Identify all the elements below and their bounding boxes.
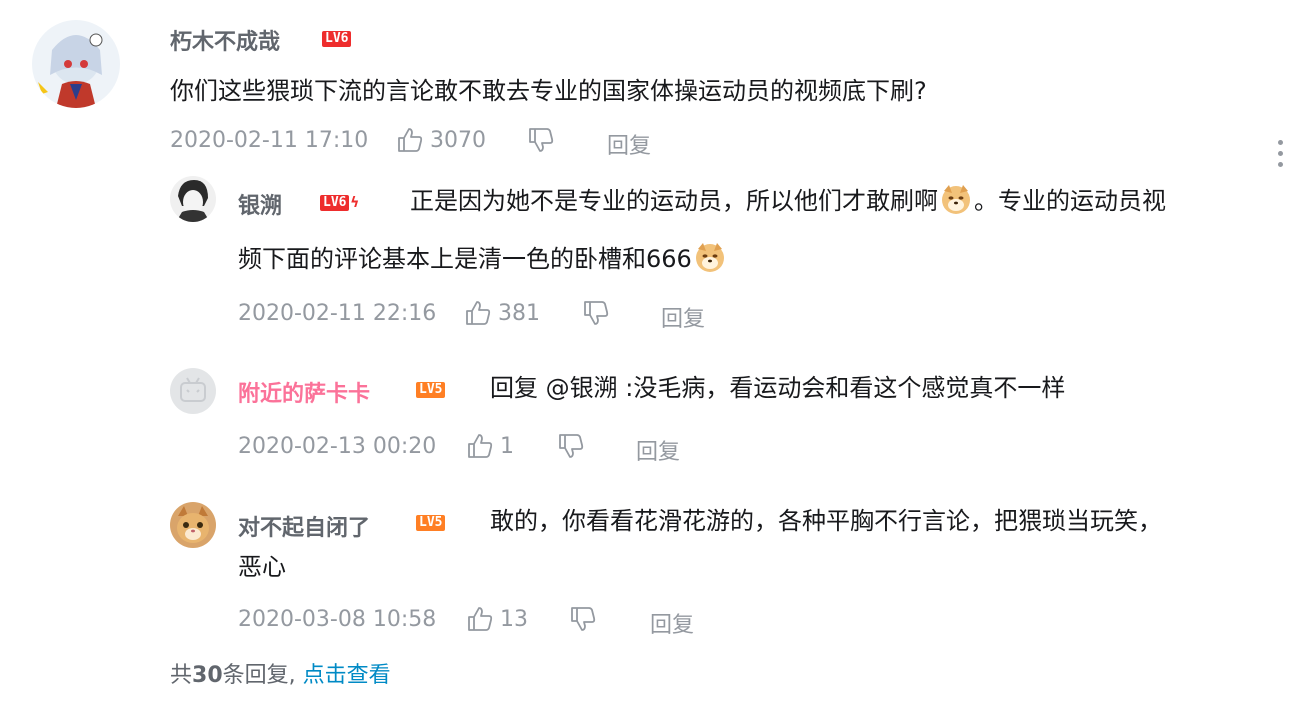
comment-text: 正是因为她不是专业的运动员，所以他们才敢刷啊 。专业的运动员视 [410,180,1166,222]
comment-thread: 朽木不成哉 LV6 你们这些猥琐下流的言论敢不敢去专业的国家体操运动员的视频底下… [0,0,1314,716]
avatar[interactable] [170,176,216,222]
reply-button[interactable]: 回复 [650,607,694,639]
dislike-button[interactable] [557,432,591,460]
reply-summary: 共30条回复, 点击查看 [170,663,391,688]
level-badge: LV5 [416,381,446,399]
thumbs-down-icon [584,301,609,325]
level-badge: LV6 ϟ [320,194,359,212]
timestamp: 2020-02-11 22:16 [238,301,437,326]
timestamp: 2020-02-13 00:20 [238,434,437,459]
dislike-button[interactable] [569,605,603,633]
like-button[interactable]: 3070 [396,126,486,154]
like-button[interactable]: 13 [466,605,528,633]
view-replies-link[interactable]: 点击查看 [303,663,391,688]
username[interactable]: 银溯 [238,188,282,220]
reply-count: 30 [192,663,223,688]
comment-text: 敢的，你看看花滑花游的，各种平胸不行言论，把猥琐当玩笑， [490,507,1162,535]
reply-button[interactable]: 回复 [661,301,705,333]
thumbs-down-icon [571,607,596,631]
username[interactable]: 朽木不成哉 [170,24,280,56]
avatar[interactable] [170,368,216,414]
thumbs-down-icon [529,128,554,152]
reply-button[interactable]: 回复 [636,434,680,466]
comment-text-line2: 频下面的评论基本上是清一色的卧槽和666 [238,238,728,280]
doge-emoji-icon [942,185,970,214]
like-button[interactable]: 381 [464,299,540,327]
timestamp: 2020-02-11 17:10 [170,128,369,153]
avatar[interactable] [32,20,120,108]
username[interactable]: 对不起自闭了 [238,510,370,542]
doge-emoji-icon [695,243,724,272]
comment-text: 你们这些猥琐下流的言论敢不敢去专业的国家体操运动员的视频底下刷? [170,77,927,105]
more-options-icon[interactable] [1278,140,1286,173]
like-count: 381 [498,300,540,326]
comment-text-line2: 恶心 [238,553,286,581]
like-count: 13 [500,606,528,632]
thumbs-up-icon [466,301,491,325]
thumbs-up-icon [468,434,493,458]
like-count: 1 [500,433,514,459]
like-button[interactable]: 1 [466,432,514,460]
thumbs-down-icon [559,434,584,458]
thumbs-up-icon [398,128,423,152]
dislike-button[interactable] [582,299,616,327]
like-count: 3070 [430,127,486,153]
thumbs-up-icon [468,607,493,631]
level-badge: LV5 [416,514,446,532]
reply-button[interactable]: 回复 [607,128,651,160]
avatar[interactable] [170,502,216,548]
comment-text: 回复 @银溯 :没毛病，看运动会和看这个感觉真不一样 [490,374,1066,402]
timestamp: 2020-03-08 10:58 [238,607,437,632]
username[interactable]: 附近的萨卡卡 [238,376,370,408]
dislike-button[interactable] [527,126,561,154]
level-badge: LV6 [322,30,352,48]
